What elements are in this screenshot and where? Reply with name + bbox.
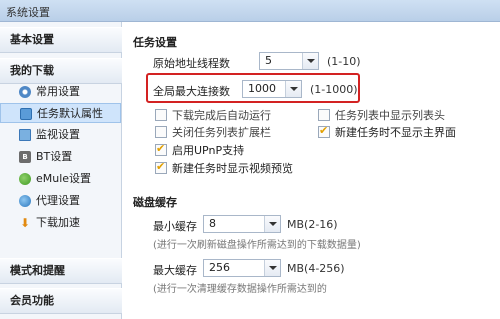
original-threads-value: 5 — [265, 54, 272, 67]
sidebar: 基本设置 我的下载 常用设置 任务默认属性 监视设置 B BT设置 eMule设… — [0, 22, 122, 319]
max-cache-value: 256 — [209, 261, 230, 274]
checkbox-box — [155, 126, 167, 138]
chevron-down-icon — [264, 216, 280, 232]
emule-icon — [19, 173, 31, 185]
speed-icon: ⬇ — [19, 216, 31, 230]
sidebar-item-speedup[interactable]: ⬇ 下载加速 — [0, 213, 121, 233]
min-cache-range: MB(2-16) — [287, 218, 338, 231]
bt-icon: B — [19, 151, 31, 163]
max-cache-select[interactable]: 256 — [203, 259, 281, 277]
checkbox-label: 任务列表中显示列表头 — [335, 109, 445, 122]
sidebar-item-label: 常用设置 — [36, 85, 80, 98]
sidebar-item-label: 代理设置 — [36, 194, 80, 207]
min-cache-value: 8 — [209, 217, 216, 230]
no-main-ui-checkbox[interactable]: 新建任务时不显示主界面 — [318, 124, 456, 139]
sidebar-item-label: 监视设置 — [36, 128, 80, 141]
chevron-down-icon — [302, 53, 318, 69]
show-header-checkbox[interactable]: 任务列表中显示列表头 — [318, 108, 445, 122]
gear-icon — [19, 86, 31, 98]
max-cache-range: MB(4-256) — [287, 262, 345, 275]
sidebar-item-label: 下载加速 — [36, 216, 80, 229]
max-cache-label: 最大缓存 — [153, 264, 197, 277]
close-expand-checkbox[interactable]: 关闭任务列表扩展栏 — [155, 125, 271, 139]
sidebar-item-label: 任务默认属性 — [37, 107, 103, 120]
video-preview-checkbox[interactable]: 新建任务时显示视频预览 — [155, 160, 293, 175]
sidebar-section-downloads[interactable]: 我的下载 — [0, 58, 122, 84]
checkbox-box — [318, 124, 330, 138]
section-title-task: 任务设置 — [133, 36, 177, 49]
checkbox-label: 启用UPnP支持 — [172, 144, 245, 157]
sidebar-item-bt[interactable]: B BT设置 — [0, 147, 121, 167]
sidebar-section-modes[interactable]: 模式和提醒 — [0, 258, 122, 284]
sidebar-item-emule[interactable]: eMule设置 — [0, 169, 121, 189]
settings-panel: 任务设置 原始地址线程数 5 (1-10) 全局最大连接数 1000 (1-10… — [123, 22, 500, 319]
sidebar-section-basic[interactable]: 基本设置 — [0, 27, 122, 53]
task-icon — [20, 108, 32, 120]
title-bar: 系统设置 — [0, 0, 500, 22]
min-cache-label: 最小缓存 — [153, 220, 197, 233]
checkbox-label: 新建任务时显示视频预览 — [172, 162, 293, 175]
checkbox-label: 关闭任务列表扩展栏 — [172, 126, 271, 139]
checkbox-label: 下载完成后自动运行 — [172, 109, 271, 122]
sidebar-item-common[interactable]: 常用设置 — [0, 82, 121, 102]
checkbox-box — [155, 109, 167, 121]
sidebar-section-vip[interactable]: 会员功能 — [0, 288, 122, 314]
monitor-icon — [19, 129, 31, 141]
sidebar-item-monitor[interactable]: 监视设置 — [0, 125, 121, 145]
original-threads-select[interactable]: 5 — [259, 52, 319, 70]
sidebar-item-label: eMule设置 — [36, 172, 92, 185]
original-threads-range: (1-10) — [327, 55, 361, 68]
proxy-icon — [19, 195, 31, 207]
auto-run-checkbox[interactable]: 下载完成后自动运行 — [155, 108, 271, 122]
max-cache-note: (进行一次清理缓存数据操作所需达到的 — [153, 284, 327, 295]
checkbox-box — [155, 160, 167, 174]
checkbox-label: 新建任务时不显示主界面 — [335, 126, 456, 139]
chevron-down-icon — [264, 260, 280, 276]
sidebar-item-label: BT设置 — [36, 150, 73, 163]
checkbox-box — [155, 142, 167, 156]
original-threads-label: 原始地址线程数 — [153, 57, 230, 70]
min-cache-note: (进行一次刷新磁盘操作所需达到的下载数据量) — [153, 240, 361, 251]
section-title-disk-cache: 磁盘缓存 — [133, 196, 177, 209]
sidebar-item-task-defaults[interactable]: 任务默认属性 — [0, 103, 121, 123]
min-cache-select[interactable]: 8 — [203, 215, 281, 233]
highlight-box — [146, 73, 360, 103]
checkbox-box — [318, 109, 330, 121]
window-title: 系统设置 — [6, 6, 50, 19]
upnp-checkbox[interactable]: 启用UPnP支持 — [155, 142, 245, 157]
sidebar-item-proxy[interactable]: 代理设置 — [0, 191, 121, 211]
